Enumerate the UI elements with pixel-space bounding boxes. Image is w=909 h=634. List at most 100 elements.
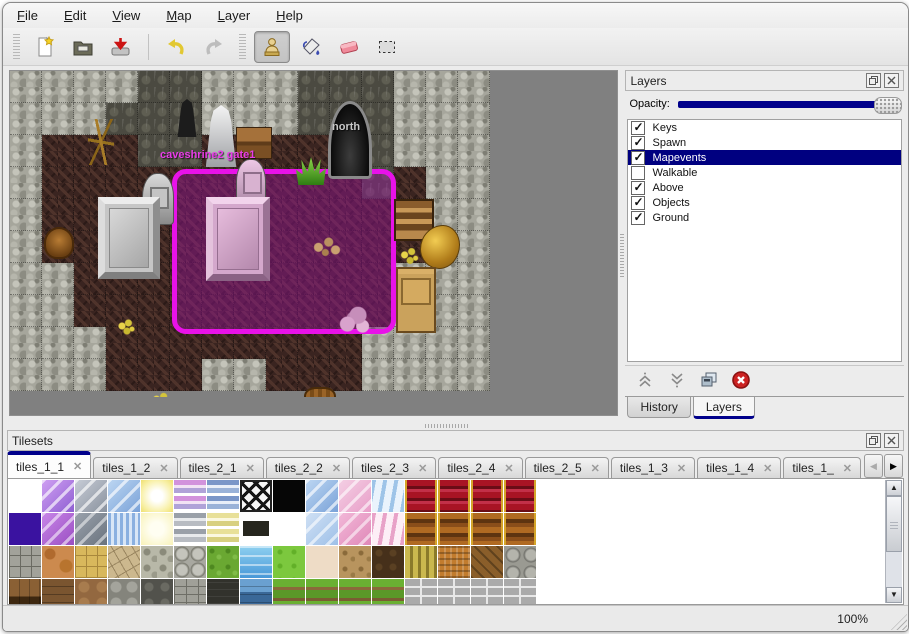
map-tile[interactable]: [10, 199, 42, 231]
map-tile[interactable]: [106, 71, 138, 103]
palette-tile-orange-stone[interactable]: [42, 546, 74, 578]
dock-tab-layers[interactable]: Layers: [693, 397, 755, 419]
tileset-tab-tiles_1_[interactable]: tiles_1_✕: [783, 457, 861, 478]
menu-layer[interactable]: Layer: [218, 8, 251, 23]
menu-map[interactable]: Map: [166, 8, 191, 23]
map-tile[interactable]: [42, 71, 74, 103]
map-tile[interactable]: [266, 359, 298, 391]
palette-tile-herringbone[interactable]: [471, 546, 503, 578]
map-tile[interactable]: [10, 263, 42, 295]
tab-close-icon[interactable]: ✕: [73, 460, 82, 473]
palette-tile-gray-rocks[interactable]: [504, 546, 536, 578]
map-tile[interactable]: [42, 167, 74, 199]
open-button[interactable]: [66, 32, 100, 62]
palette-tile-blue-stripes[interactable]: [207, 480, 239, 512]
map-tile[interactable]: [394, 135, 426, 167]
tab-close-icon[interactable]: ✕: [246, 462, 255, 475]
map-tile[interactable]: [42, 295, 74, 327]
map-tile[interactable]: [10, 295, 42, 327]
select-tool-button[interactable]: [370, 32, 404, 62]
palette-tile-yellow-stripes[interactable]: [207, 513, 239, 545]
map-tile[interactable]: [138, 327, 170, 359]
palette-tile-gray-brick[interactable]: [174, 579, 206, 605]
palette-tile-lattice[interactable]: [240, 480, 272, 512]
palette-tile-bamboo[interactable]: [405, 546, 437, 578]
layer-visibility-checkbox[interactable]: ✓: [631, 121, 645, 135]
map-tile[interactable]: [298, 103, 330, 135]
palette-tile-gray-brick-wall[interactable]: [405, 579, 437, 605]
palette-tile-grass-row[interactable]: [372, 579, 404, 605]
resize-grip[interactable]: [891, 614, 907, 630]
menu-file[interactable]: File: [17, 8, 38, 23]
palette-tile-brown-stripes[interactable]: [471, 513, 503, 545]
map-tile[interactable]: [426, 103, 458, 135]
palette-tile-pink-glass[interactable]: [339, 480, 371, 512]
map-tile[interactable]: [426, 71, 458, 103]
map-tile[interactable]: [106, 359, 138, 391]
palette-tile-brown-stripes[interactable]: [438, 513, 470, 545]
palette-tile-brown-stripes[interactable]: [405, 513, 437, 545]
map-tile[interactable]: [458, 295, 490, 327]
palette-tile-black[interactable]: [273, 480, 305, 512]
save-button[interactable]: [104, 32, 138, 62]
layer-visibility-checkbox[interactable]: [631, 166, 645, 180]
palette-tile-purple-glass2[interactable]: [42, 513, 74, 545]
layer-row-above[interactable]: ✓Above: [628, 180, 901, 195]
tab-close-icon[interactable]: ✕: [677, 462, 686, 475]
scrollbar-thumb[interactable]: [886, 496, 902, 552]
palette-tile-dark-wall[interactable]: [207, 579, 239, 605]
map-tile[interactable]: [298, 71, 330, 103]
palette-tile-blue-glass[interactable]: [306, 480, 338, 512]
map-tile[interactable]: [170, 359, 202, 391]
menu-help[interactable]: Help: [276, 8, 303, 23]
map-tile[interactable]: [74, 71, 106, 103]
palette-tile-yellow-glow[interactable]: [141, 480, 173, 512]
tab-close-icon[interactable]: ✕: [591, 462, 600, 475]
move-layer-down-button[interactable]: [665, 369, 689, 393]
palette-tile-round-stones[interactable]: [174, 546, 206, 578]
map-tile[interactable]: [42, 359, 74, 391]
move-layer-up-button[interactable]: [633, 369, 657, 393]
palette-tile-gray-stone[interactable]: [9, 546, 41, 578]
palette-tile-blue-glass[interactable]: [108, 480, 140, 512]
palette-tile-brown-wall3[interactable]: [75, 579, 107, 605]
tileset-tab-tiles_1_4[interactable]: tiles_1_4✕: [697, 457, 781, 478]
map-tile[interactable]: [234, 359, 266, 391]
layer-row-keys[interactable]: ✓Keys: [628, 120, 901, 135]
new-file-button[interactable]: [28, 32, 62, 62]
palette-tile-gray-brick-wall[interactable]: [504, 579, 536, 605]
map-tile[interactable]: [106, 167, 138, 199]
tab-close-icon[interactable]: ✕: [843, 462, 852, 475]
palette-tile-gray-glass2[interactable]: [75, 513, 107, 545]
scroll-down-icon[interactable]: ▼: [886, 587, 902, 603]
map-tile[interactable]: [266, 71, 298, 103]
map-tile[interactable]: [138, 295, 170, 327]
layer-visibility-checkbox[interactable]: ✓: [631, 211, 645, 225]
map-tile[interactable]: [202, 71, 234, 103]
tab-close-icon[interactable]: ✕: [332, 462, 341, 475]
map-tile[interactable]: [74, 359, 106, 391]
tileset-tab-tiles_2_1[interactable]: tiles_2_1✕: [180, 457, 264, 478]
palette-tile-dark-stone[interactable]: [141, 579, 173, 605]
map-tile[interactable]: [426, 359, 458, 391]
palette-tile-dirt[interactable]: [339, 546, 371, 578]
layer-row-walkable[interactable]: Walkable: [628, 165, 901, 180]
palette-tile-brown-stripes[interactable]: [504, 513, 536, 545]
tileset-tab-tiles_1_3[interactable]: tiles_1_3✕: [611, 457, 695, 478]
palette-tile-red-curtain[interactable]: [471, 480, 503, 512]
map-tile[interactable]: [458, 167, 490, 199]
map-tile[interactable]: [458, 199, 490, 231]
map-tile[interactable]: [458, 231, 490, 263]
palette-tile-gray-brick-wall[interactable]: [438, 579, 470, 605]
palette-tile-pink-stripes[interactable]: [174, 480, 206, 512]
palette-tile-dark-brown[interactable]: [372, 546, 404, 578]
map-tile[interactable]: [330, 359, 362, 391]
duplicate-layer-button[interactable]: [697, 369, 721, 393]
opacity-slider-handle[interactable]: [874, 97, 902, 114]
horizontal-splitter[interactable]: [3, 422, 908, 430]
palette-tile-pale-yellow[interactable]: [141, 513, 173, 545]
map-tile[interactable]: [10, 359, 42, 391]
map-tile[interactable]: [394, 103, 426, 135]
tileset-tab-tiles_1_2[interactable]: tiles_1_2✕: [93, 457, 177, 478]
map-tile[interactable]: [138, 71, 170, 103]
